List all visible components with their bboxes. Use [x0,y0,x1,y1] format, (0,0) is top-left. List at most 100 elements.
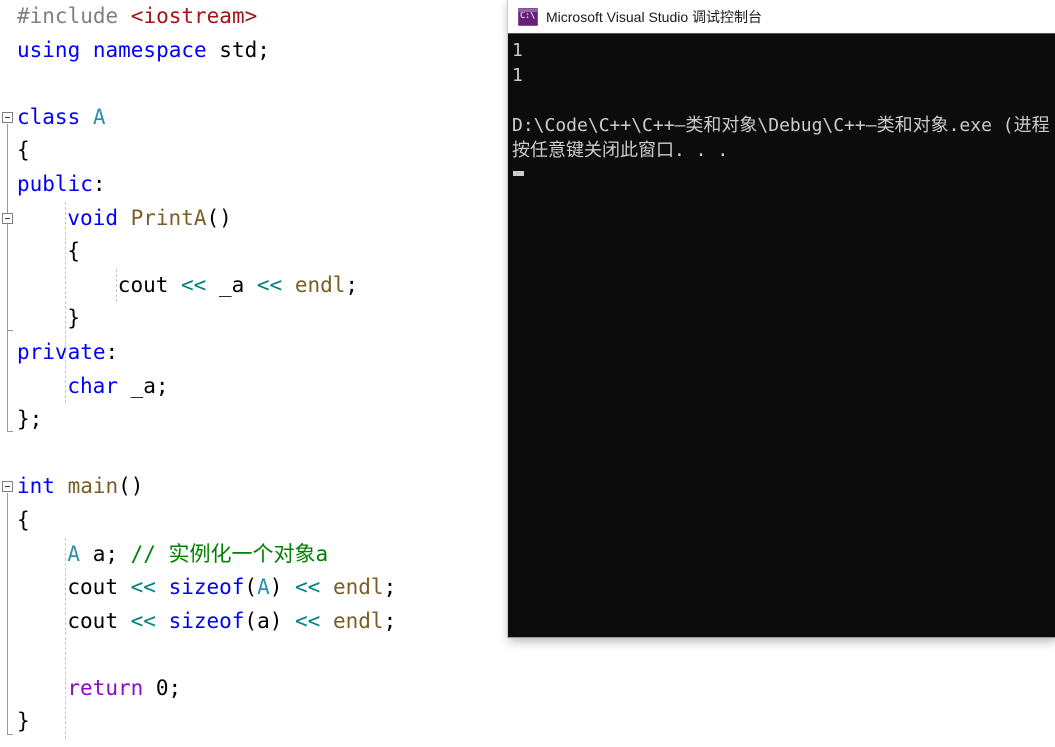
fold-toggle-icon[interactable] [2,212,13,224]
console-titlebar[interactable]: Microsoft Visual Studio 调试控制台 [508,0,1055,34]
code-line[interactable]: int main() [0,470,520,504]
code-line-text: { [17,504,30,538]
code-token: ; [383,575,397,600]
code-editor[interactable]: #include <iostream> using namespace std; c… [0,0,520,747]
code-token: << [130,575,156,600]
code-token: { [17,507,30,532]
code-line[interactable]: } [0,705,520,739]
code-token: { [67,239,81,264]
code-token: } [17,709,30,734]
console-output-line: 按任意键关闭此窗口. . . [512,140,729,161]
console-cursor [513,171,524,176]
code-token: ) [269,575,296,600]
console-output-line: 1 [512,40,523,61]
code-token: cout [67,608,131,633]
code-line[interactable] [0,638,520,672]
code-lines-container[interactable]: #include <iostream> using namespace std; c… [0,0,520,739]
code-token: endl [332,575,384,600]
console-output-area[interactable]: 1 1 D:\Code\C++\C++—类和对象\Debug\C++—类和对象.ex… [508,34,1055,637]
screen-root: #include <iostream> using namespace std; c… [0,0,1055,747]
code-token: public [17,171,93,196]
fold-toggle-icon[interactable] [2,481,13,493]
code-line[interactable]: { [0,235,520,269]
code-token: sizeof [168,608,245,633]
code-line[interactable]: A a; // 实例化一个对象a [0,538,520,572]
fold-toggle-icon[interactable] [2,111,13,123]
code-line-text: cout << sizeof(A) << endl; [67,571,396,605]
code-token: endl [294,272,346,297]
code-line-text: } [67,302,80,336]
code-line[interactable]: cout << sizeof(A) << endl; [0,571,520,605]
code-token: return [67,675,156,700]
code-line-text: }; [17,403,42,437]
code-token: a; [80,541,131,566]
code-line[interactable]: public: [0,168,520,202]
code-line-text: #include <iostream> [17,0,257,34]
code-line[interactable]: private: [0,336,520,370]
code-token: main [67,474,119,499]
fold-region-line [7,224,8,331]
code-token: : [92,171,106,196]
console-output-line: D:\Code\C++\C++—类和对象\Debug\C++—类和对象.exe … [512,115,1050,136]
code-token: sizeof [168,575,245,600]
code-line[interactable]: void PrintA() [0,202,520,236]
code-token: ) [269,608,296,633]
code-line-text: return 0; [67,672,181,706]
code-token: private [17,339,106,364]
console-cmd-icon [518,7,538,26]
fold-region-end-tick [7,431,13,433]
code-token: A [257,575,270,600]
code-token: A [67,541,81,566]
code-line[interactable] [0,67,520,101]
code-line[interactable]: } [0,302,520,336]
code-line-text: public: [17,168,106,202]
code-line[interactable]: cout << sizeof(a) << endl; [0,605,520,639]
code-token: endl [332,608,384,633]
code-line-text: } [17,705,30,739]
code-line[interactable] [0,437,520,471]
code-line[interactable]: { [0,134,520,168]
code-line[interactable]: cout << _a << endl; [0,269,520,303]
code-token: cout [117,272,182,297]
code-line[interactable]: }; [0,403,520,437]
code-line[interactable]: using namespace std; [0,34,520,68]
fold-region-end-tick [7,733,13,735]
code-line[interactable]: class A [0,101,520,135]
code-token: () [206,205,232,230]
code-token: } [67,306,81,331]
code-token: ; [383,608,397,633]
code-token: << [181,272,207,297]
code-token: ( [244,575,258,600]
indent-guide [65,537,67,740]
code-token: << [295,608,321,633]
code-token: using namespace [17,37,220,62]
code-token: ; [345,272,359,297]
code-line[interactable]: return 0; [0,672,520,706]
code-token: class [17,104,93,129]
code-line[interactable]: { [0,504,520,538]
code-token: void [67,205,131,230]
console-lines-container: 1 1 D:\Code\C++\C++—类和对象\Debug\C++—类和对象.ex… [512,38,1055,163]
code-token: // 实例化一个对象a [130,541,329,566]
code-token: ( [244,608,258,633]
code-line-text: private: [17,336,118,370]
code-line-text: cout << sizeof(a) << endl; [67,605,396,639]
fold-region-end-tick [7,330,13,332]
console-output-line: 1 [512,65,523,86]
indent-guide [115,268,117,303]
code-line-text: using namespace std; [17,34,270,68]
code-line-text: { [67,235,80,269]
code-token: A [92,104,106,129]
code-token: << [256,272,283,297]
code-token: << [130,608,156,633]
debug-console-window[interactable]: Microsoft Visual Studio 调试控制台 1 1 D:\Code\… [507,0,1055,638]
code-line[interactable]: char _a; [0,370,520,404]
code-line-text: void PrintA() [67,202,231,236]
code-token: _a [206,272,257,297]
code-token: << [295,575,321,600]
code-line[interactable]: #include <iostream> [0,0,520,34]
